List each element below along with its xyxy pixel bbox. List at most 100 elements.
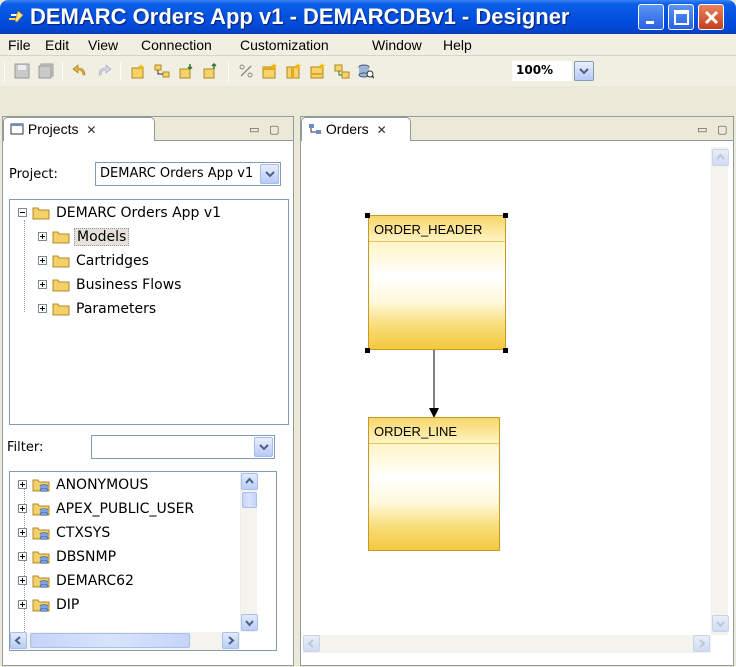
folder-icon — [52, 303, 70, 316]
database-search-icon[interactable] — [358, 63, 374, 79]
scroll-right-button[interactable] — [222, 632, 239, 649]
tree-line — [24, 220, 25, 312]
project-select-value: DEMARC Orders App v1 — [100, 166, 254, 181]
expand-icon[interactable] — [18, 600, 27, 609]
chevron-up-icon — [716, 153, 725, 160]
new-diagram-icon[interactable] — [154, 63, 170, 79]
schema-icon — [32, 527, 50, 540]
expand-icon[interactable] — [18, 504, 27, 513]
menu-view[interactable]: View — [88, 37, 118, 53]
tab-orders[interactable]: Orders ✕ — [301, 117, 411, 141]
menu-customization[interactable]: Customization — [240, 37, 329, 53]
entity-order-header[interactable]: ORDER_HEADER — [368, 215, 506, 350]
selection-handle[interactable] — [503, 348, 508, 353]
title-bar[interactable]: DEMARC Orders App v1 - DEMARCDBv1 - Desi… — [0, 0, 736, 34]
menu-edit[interactable]: Edit — [45, 37, 69, 53]
add-relation-icon[interactable] — [334, 63, 350, 79]
minimize-button[interactable] — [638, 4, 664, 30]
tab-projects[interactable]: Projects ✕ — [3, 117, 155, 141]
filter-label: Filter: — [7, 440, 44, 455]
selection-handle[interactable] — [365, 348, 370, 353]
diagram-icon — [309, 124, 321, 134]
chevron-down-icon — [579, 68, 589, 75]
schema-icon — [32, 503, 50, 516]
maximize-view-icon[interactable]: ▢ — [269, 123, 279, 136]
new-entity-icon[interactable] — [130, 63, 146, 79]
schema-name: DEMARC62 — [56, 573, 134, 589]
close-button[interactable] — [698, 4, 724, 30]
menu-file[interactable]: File — [8, 37, 31, 53]
folder-icon — [52, 279, 70, 292]
scroll-down-button[interactable] — [241, 614, 258, 631]
project-tree: DEMARC Orders App v1 Models Cartridges B… — [9, 199, 289, 425]
maximize-button[interactable] — [668, 4, 694, 30]
import-icon[interactable] — [178, 63, 194, 79]
entity-order-line[interactable]: ORDER_LINE — [368, 417, 500, 551]
filter-input[interactable] — [91, 435, 275, 459]
scroll-up-button[interactable] — [712, 149, 729, 166]
folder-icon — [52, 255, 70, 268]
selection-handle[interactable] — [503, 213, 508, 218]
expand-icon[interactable] — [38, 304, 47, 313]
redo-icon[interactable] — [96, 63, 112, 79]
zoom-dropdown-button[interactable] — [574, 61, 594, 81]
tab-projects-label: Projects — [27, 121, 79, 137]
schema-name: APEX_PUBLIC_USER — [56, 501, 195, 517]
tab-orders-label: Orders — [325, 121, 369, 137]
chevron-up-icon — [245, 477, 254, 484]
minimize-view-icon[interactable]: ▭ — [249, 123, 259, 136]
save-all-icon[interactable] — [38, 63, 54, 79]
scroll-up-button[interactable] — [241, 473, 258, 490]
app-icon — [9, 10, 24, 23]
expand-icon[interactable] — [38, 280, 47, 289]
projects-view: Projects ✕ ▭ ▢ Project: DEMARC Orders Ap… — [2, 116, 294, 666]
toolbar-grip — [4, 62, 5, 82]
close-tab-icon[interactable]: ✕ — [86, 123, 96, 137]
close-tab-icon[interactable]: ✕ — [377, 123, 387, 137]
schema-icon — [32, 551, 50, 564]
scroll-right-button[interactable] — [693, 635, 710, 652]
scroll-left-button[interactable] — [10, 632, 27, 649]
scroll-thumb[interactable] — [242, 492, 257, 508]
relationship-connector[interactable] — [427, 350, 441, 420]
expand-icon[interactable] — [38, 256, 47, 265]
zoom-combo[interactable]: 100% — [512, 61, 572, 81]
menu-help[interactable]: Help — [443, 37, 472, 53]
expand-icon[interactable] — [18, 480, 27, 489]
filter-dropdown-button[interactable] — [254, 437, 273, 457]
chevron-down-icon — [245, 620, 254, 627]
expand-icon[interactable] — [18, 576, 27, 585]
schema-icon — [32, 599, 50, 612]
percent-icon[interactable] — [238, 63, 254, 79]
project-select[interactable]: DEMARC Orders App v1 — [95, 162, 281, 186]
schema-vertical-scrollbar[interactable] — [240, 472, 258, 632]
scroll-thumb[interactable] — [30, 633, 190, 648]
tree-item-label: DEMARC Orders App v1 — [56, 205, 222, 221]
scroll-left-button[interactable] — [303, 635, 320, 652]
save-icon[interactable] — [14, 63, 30, 79]
add-column-icon[interactable] — [262, 63, 278, 79]
export-icon[interactable] — [202, 63, 218, 79]
minimize-view-icon[interactable]: ▭ — [697, 123, 707, 136]
undo-icon[interactable] — [72, 63, 88, 79]
diagram-horizontal-scrollbar[interactable] — [303, 635, 711, 653]
expand-icon[interactable] — [18, 528, 27, 537]
add-key-icon[interactable] — [310, 63, 326, 79]
diagram-vertical-scrollbar[interactable] — [711, 147, 729, 635]
scroll-down-button[interactable] — [712, 615, 729, 632]
schema-horizontal-scrollbar[interactable] — [10, 632, 240, 650]
maximize-view-icon[interactable]: ▢ — [717, 123, 727, 136]
menu-connection[interactable]: Connection — [141, 37, 212, 53]
diagram-canvas[interactable]: ORDER_HEADER ORDER_LINE — [301, 147, 706, 632]
window-title: DEMARC Orders App v1 - DEMARCDBv1 - Desi… — [30, 4, 570, 29]
project-dropdown-button[interactable] — [260, 164, 279, 184]
selection-handle[interactable] — [365, 213, 370, 218]
menu-window[interactable]: Window — [372, 37, 422, 53]
expand-icon[interactable] — [38, 232, 47, 241]
toolbar-separator — [62, 62, 63, 80]
expand-icon[interactable] — [18, 552, 27, 561]
folder-icon — [52, 231, 70, 244]
add-index-icon[interactable] — [286, 63, 302, 79]
collapse-icon[interactable] — [18, 208, 27, 217]
schema-name: DBSNMP — [56, 549, 117, 565]
